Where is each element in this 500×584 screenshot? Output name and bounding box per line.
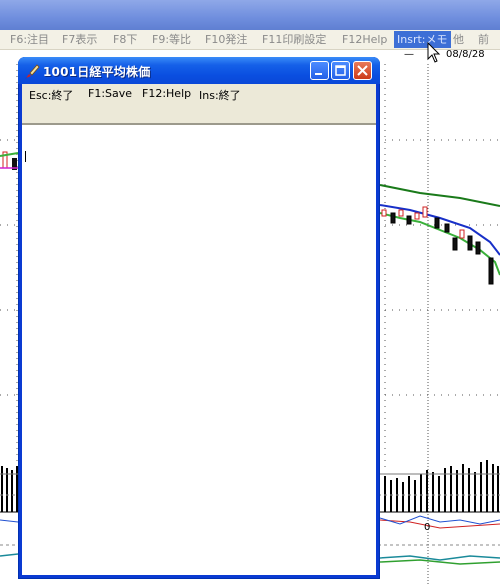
fkey-f8[interactable]: F8下: [113, 31, 137, 48]
memo-window: 1001日経平均株価 Esc:終了 F1:Save F12:Help Ins:終…: [18, 57, 380, 579]
chart-dash-mark: —: [404, 49, 414, 60]
minimize-button[interactable]: [310, 61, 329, 80]
close-button[interactable]: [353, 61, 372, 80]
brush-app-icon: [25, 64, 40, 79]
memo-window-title: 1001日経平均株価: [43, 65, 151, 79]
svg-text:0: 0: [424, 522, 430, 533]
menu-f12-help[interactable]: F12:Help: [142, 87, 191, 100]
fkey-f12[interactable]: F12Help: [342, 31, 387, 48]
fkey-f11[interactable]: F11印刷設定: [262, 31, 326, 48]
minimize-icon: [315, 73, 322, 75]
memo-menu-bar: Esc:終了 F1:Save F12:Help Ins:終了: [22, 84, 376, 123]
chart-date-label: 08/8/28: [446, 49, 485, 60]
fkey-insert[interactable]: Insrt:メモ: [394, 31, 451, 48]
fkey-f7[interactable]: F7表示: [62, 31, 97, 48]
fkey-f6[interactable]: F6:注目: [10, 31, 49, 48]
function-key-bar: F6:注目 F7表示 F8下 F9:等比 F10発注 F11印刷設定 F12He…: [0, 30, 500, 50]
parent-window-titlebar: [0, 0, 500, 30]
fkey-f9[interactable]: F9:等比: [152, 31, 191, 48]
close-icon: [357, 65, 368, 76]
memo-window-titlebar[interactable]: 1001日経平均株価: [18, 57, 380, 84]
fkey-other[interactable]: 他: [453, 31, 464, 48]
maximize-icon: [335, 65, 346, 76]
text-caret: [25, 151, 26, 162]
menu-esc-exit[interactable]: Esc:終了: [29, 87, 73, 103]
memo-text-area[interactable]: [22, 123, 376, 575]
mouse-cursor-icon: [427, 42, 441, 63]
fkey-prev[interactable]: 前: [478, 31, 489, 48]
menu-ins-exit[interactable]: Ins:終了: [199, 87, 241, 103]
menu-f1-save[interactable]: F1:Save: [88, 87, 132, 100]
fkey-f10[interactable]: F10発注: [205, 31, 247, 48]
maximize-button[interactable]: [331, 61, 350, 80]
